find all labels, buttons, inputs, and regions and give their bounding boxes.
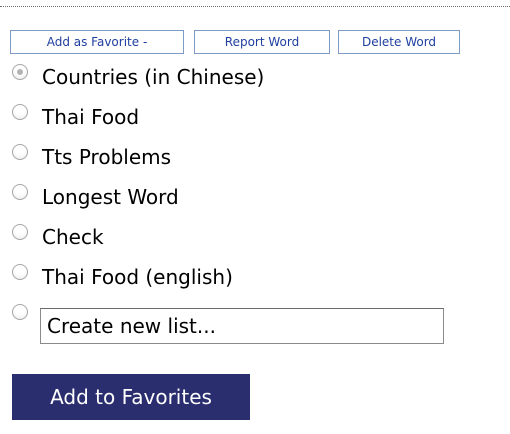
radio-button[interactable] [12,224,28,240]
add-to-favorites-button[interactable]: Add to Favorites [12,374,250,420]
list-option-label: Thai Food (english) [42,265,233,289]
radio-button-selected[interactable] [12,64,28,80]
radio-button[interactable] [12,144,28,160]
radio-button[interactable] [12,304,28,320]
radio-button[interactable] [12,184,28,200]
list-option-label: Tts Problems [42,145,172,169]
radio-button[interactable] [12,104,28,120]
radio-button[interactable] [12,264,28,280]
dotted-divider [0,6,510,7]
list-option-label: Longest Word [42,185,179,209]
list-option-label: Check [42,225,104,249]
delete-word-button[interactable]: Delete Word [338,30,460,54]
add-as-favorite-button[interactable]: Add as Favorite - [10,30,184,54]
list-option-label: Countries (in Chinese) [42,65,265,89]
report-word-button[interactable]: Report Word [194,30,330,54]
list-option-label: Thai Food [42,105,140,129]
new-list-name-input[interactable] [40,308,444,344]
